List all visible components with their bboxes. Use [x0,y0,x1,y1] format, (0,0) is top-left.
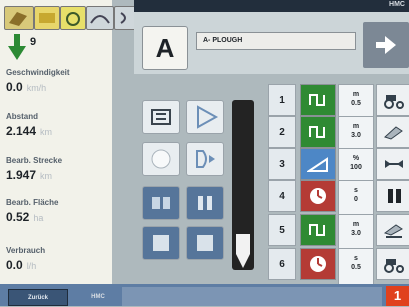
section-value-cell[interactable]: s 0.5 [338,248,374,285]
sequence-button[interactable] [142,186,180,220]
valve-green-icon[interactable] [300,116,336,148]
section-value: 100 [350,164,362,171]
section-unit: s [354,187,358,194]
metric-worked-area-label: Bearb. Fläche [6,198,59,207]
metric-consumption-label: Verbrauch [6,246,46,255]
metric-consumption-unit: l/h [26,261,37,271]
headland-icon[interactable] [86,6,114,30]
metric-distance-unit: km [40,127,53,137]
section-unit: m [352,91,360,98]
plough-lower-icon[interactable] [376,214,409,246]
metric-worked-area-unit: ha [33,213,44,223]
depth-gauge[interactable] [232,100,254,270]
metric-speed: Geschwindigkeit 0.0 km/h [6,68,110,94]
back-button[interactable]: Zurück [8,289,68,306]
metric-worked-distance: Bearb. Strecke 1.947 km [6,156,110,182]
status-icon-bar [4,6,136,32]
section-row-number[interactable]: 1 [268,84,296,116]
metric-speed-unit: km/h [26,83,47,93]
pause-icon[interactable] [376,180,409,212]
metric-worked-area: Bearb. Fläche 0.52 ha [6,198,110,224]
section-unit: m [352,221,360,228]
stop-button-left[interactable] [142,226,180,260]
metric-distance-value: 2.144 [6,124,37,138]
counter-reset-button[interactable] [142,100,180,134]
section-row-number[interactable]: 5 [268,214,296,246]
gauge-pointer-icon [236,234,250,268]
section-value-cell[interactable]: s0 [338,180,374,217]
app-title: HMC [389,1,405,8]
step-forward-button[interactable] [186,142,224,176]
gps-icon[interactable] [60,6,86,30]
plough-icon[interactable] [376,116,409,148]
figure-number-badge: 1 [386,286,409,306]
section-row-number[interactable]: 2 [268,116,296,148]
section-value-cell[interactable]: m 3.0 [338,214,374,251]
implement-status-icon[interactable] [4,6,34,30]
metric-consumption: Verbrauch 0.0 l/h [6,246,110,272]
arrow-right-icon [376,36,396,54]
metric-speed-value: 0.0 [6,80,23,94]
step-forward-icon [196,150,215,168]
metric-distance: Abstand 2.144 km [6,112,110,138]
pause-icon [198,196,212,210]
lower-implement-arrow-icon [8,34,26,60]
stop-icon [197,235,213,251]
play-icon [197,105,219,129]
message-field [122,287,382,306]
title-bar: HMC [134,0,409,12]
section-value: 0 [354,196,358,203]
ramp-blue-icon[interactable] [300,148,336,180]
section-value: 0.5 [351,264,361,271]
valve-green-icon[interactable] [300,214,336,246]
tractor-icon[interactable] [376,248,409,280]
metric-worked-distance-unit: km [40,171,53,181]
rate-icon[interactable] [34,6,60,30]
tool-a-button[interactable]: A [142,26,188,70]
section-row-number[interactable]: 3 [268,148,296,180]
metric-worked-distance-label: Bearb. Strecke [6,156,63,165]
sequence-icon [152,197,170,209]
metric-consumption-value: 0.0 [6,258,23,272]
next-page-button[interactable] [363,22,409,68]
signal-icon[interactable] [114,6,136,30]
section-value: 3.0 [351,230,361,237]
hitch-icon[interactable] [376,148,409,180]
tab-hmc[interactable]: HMC [78,289,118,306]
metric-worked-distance-value: 1.947 [6,168,37,182]
valve-green-icon[interactable] [300,84,336,116]
metric-distance-label: Abstand [6,112,38,121]
metric-worked-area-value: 0.52 [6,210,30,224]
stop-button-right[interactable] [186,226,224,260]
section-row-number[interactable]: 4 [268,180,296,212]
stop-icon [153,235,169,251]
play-button[interactable] [186,100,224,134]
section-row-number[interactable]: 6 [268,248,296,280]
section-unit: % [352,155,360,162]
tractor-icon[interactable] [376,84,409,116]
metric-speed-label: Geschwindigkeit [6,68,70,77]
record-button[interactable] [142,142,180,176]
section-value: 3.0 [351,132,361,139]
counter-icon [151,109,171,125]
section-unit: s [354,255,358,262]
timer-red-icon[interactable] [300,180,336,212]
section-unit: m [352,123,360,130]
implement-name-field[interactable]: A- PLOUGH [196,32,356,50]
pause-button[interactable] [186,186,224,220]
section-value: 0.5 [351,100,361,107]
section-number: 9 [30,36,37,48]
timer-red-icon[interactable] [300,248,336,280]
circle-icon [151,149,171,169]
